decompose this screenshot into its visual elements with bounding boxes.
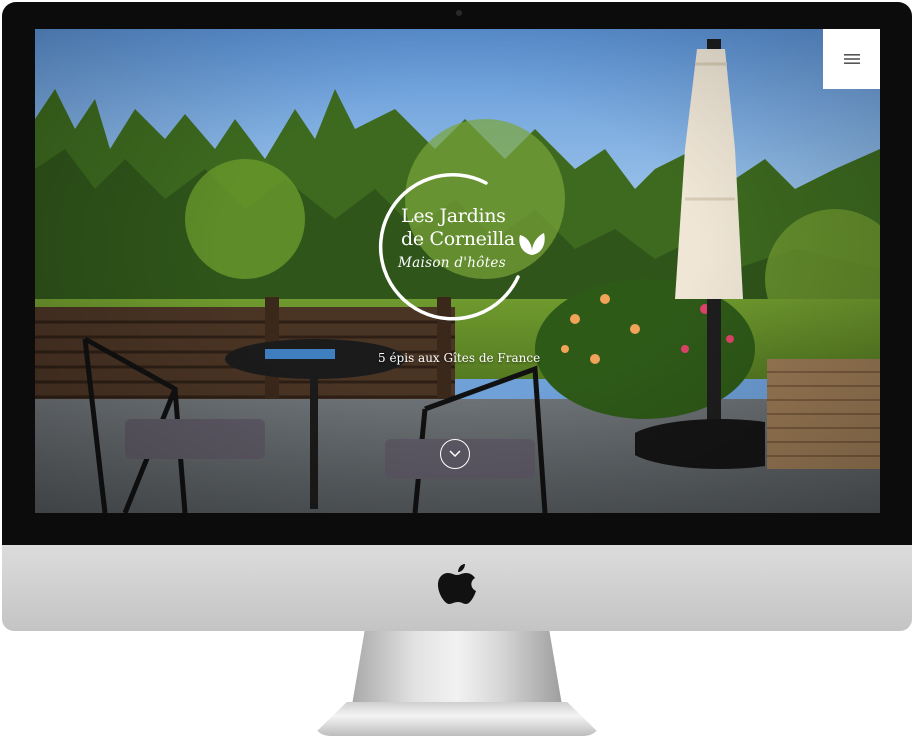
monitor-stand — [352, 631, 562, 705]
monitor-chin — [2, 545, 912, 631]
logo-title: Les Jardins de Corneilla — [401, 205, 515, 251]
camera-dot — [456, 10, 462, 16]
logo-title-line1: Les Jardins — [401, 205, 506, 227]
logo-subtitle: Maison d'hôtes — [398, 255, 506, 271]
monitor-stand-base — [312, 702, 602, 736]
scroll-down-button[interactable] — [440, 439, 470, 469]
menu-button[interactable] — [823, 29, 880, 89]
logo-title-line2: de Corneilla — [401, 228, 515, 250]
website-hero: Les Jardins de Corneilla Maison d'hôtes … — [35, 29, 880, 513]
hero-tagline: 5 épis aux Gîtes de France — [378, 351, 541, 365]
leaf-icon — [519, 233, 545, 255]
imac-mockup: Les Jardins de Corneilla Maison d'hôtes … — [0, 0, 914, 740]
apple-logo-icon — [438, 564, 476, 604]
chevron-down-icon — [449, 450, 461, 458]
hamburger-icon — [843, 54, 860, 64]
site-logo[interactable]: Les Jardins de Corneilla Maison d'hôtes — [368, 167, 548, 325]
